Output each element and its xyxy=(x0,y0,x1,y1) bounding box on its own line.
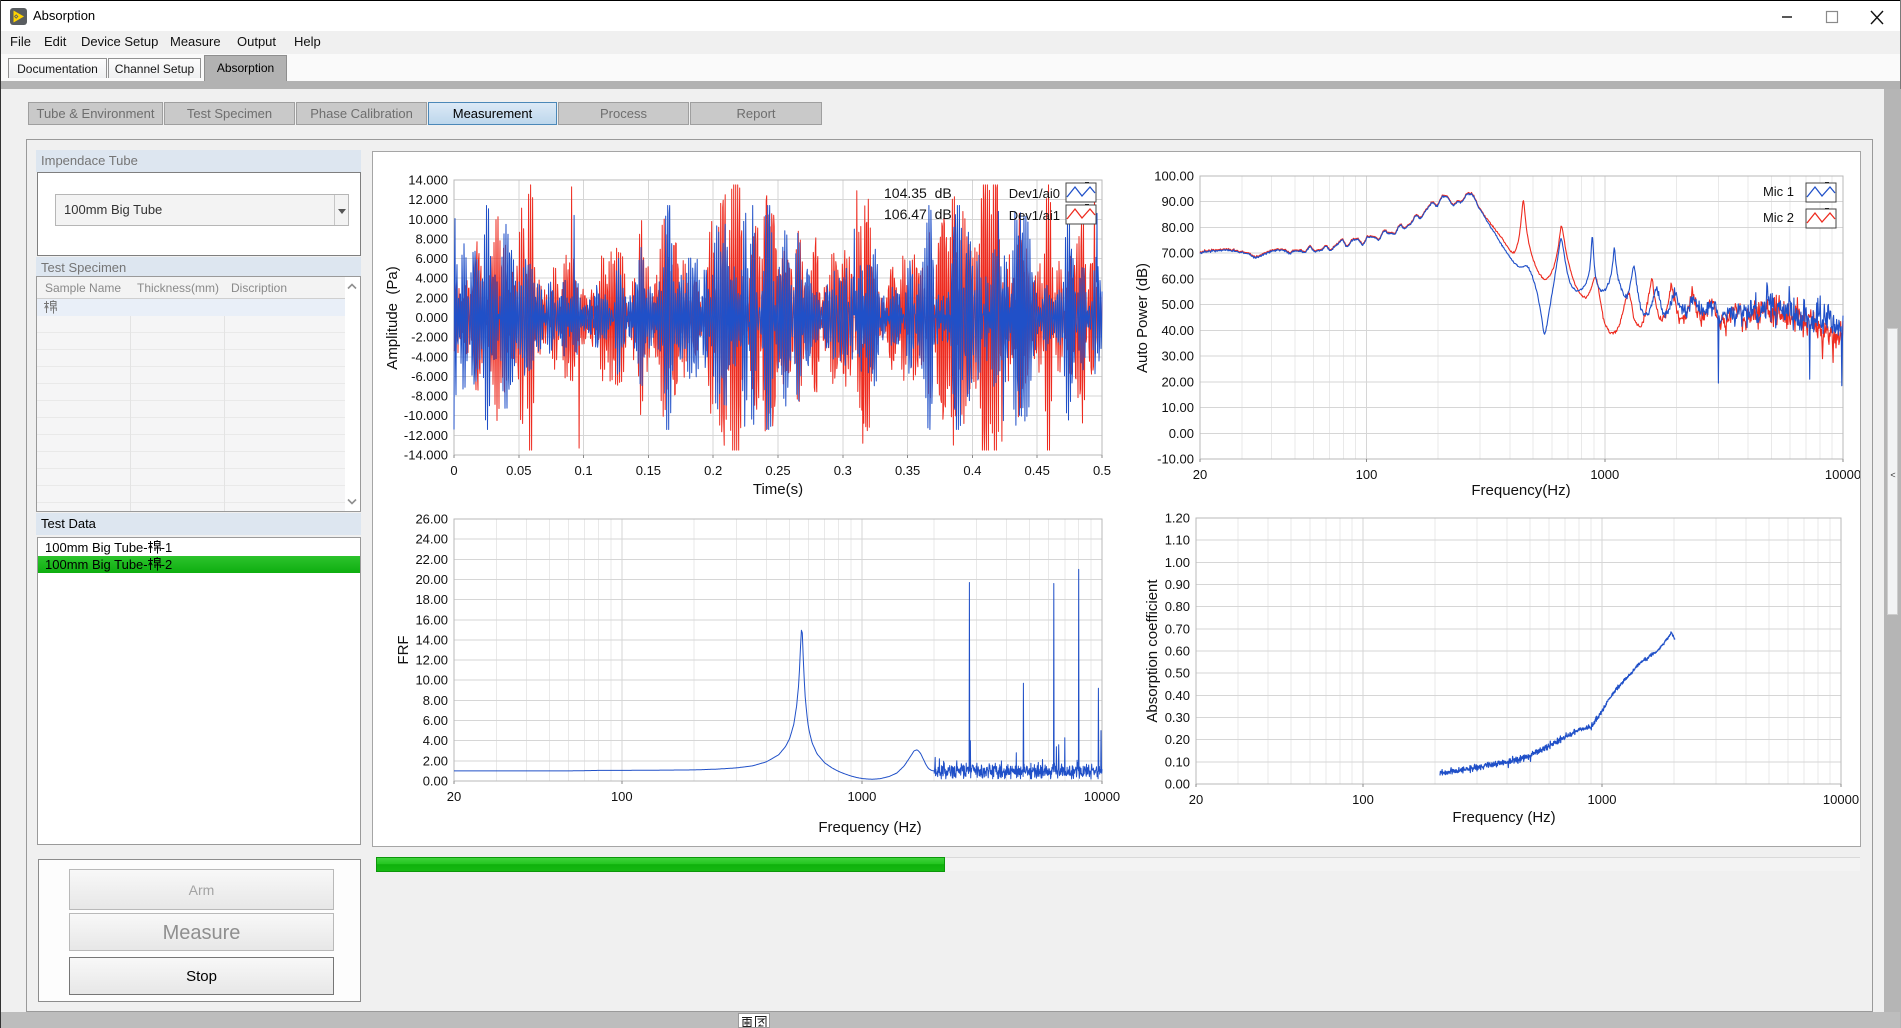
svg-text:100.00: 100.00 xyxy=(1154,169,1194,184)
svg-text:-4.000: -4.000 xyxy=(411,349,448,364)
svg-text:1000: 1000 xyxy=(1588,792,1617,807)
svg-text:0.35: 0.35 xyxy=(895,463,920,478)
svg-text:12.00: 12.00 xyxy=(415,653,448,668)
svg-text:0.4: 0.4 xyxy=(963,463,981,478)
svg-text:8.000: 8.000 xyxy=(415,231,448,246)
svg-text:-10.00: -10.00 xyxy=(1157,452,1194,467)
svg-text:0.20: 0.20 xyxy=(1165,732,1190,747)
svg-text:60.00: 60.00 xyxy=(1161,271,1194,286)
svg-text:Auto Power (dB): Auto Power (dB) xyxy=(1134,263,1151,373)
svg-text:104.35 dB: 104.35 dB xyxy=(884,185,952,201)
svg-text:0.25: 0.25 xyxy=(765,463,790,478)
svg-text:0.40: 0.40 xyxy=(1165,688,1190,703)
svg-text:14.00: 14.00 xyxy=(415,632,448,647)
svg-text:6.00: 6.00 xyxy=(423,713,448,728)
svg-text:0.45: 0.45 xyxy=(1025,463,1050,478)
svg-text:Frequency (Hz): Frequency (Hz) xyxy=(818,819,921,836)
svg-text:24.00: 24.00 xyxy=(415,532,448,547)
svg-text:18.00: 18.00 xyxy=(415,592,448,607)
svg-text:14.000: 14.000 xyxy=(408,173,448,188)
svg-text:0.00: 0.00 xyxy=(423,774,448,789)
svg-text:1.10: 1.10 xyxy=(1165,533,1190,548)
svg-text:22.00: 22.00 xyxy=(415,552,448,567)
svg-text:0.00: 0.00 xyxy=(1169,426,1194,441)
svg-text:1000: 1000 xyxy=(847,789,876,804)
svg-text:50.00: 50.00 xyxy=(1161,297,1194,312)
svg-text:0.70: 0.70 xyxy=(1165,621,1190,636)
svg-text:Frequency(Hz): Frequency(Hz) xyxy=(1471,482,1570,499)
svg-text:-6.000: -6.000 xyxy=(411,369,448,384)
svg-text:10.00: 10.00 xyxy=(1161,400,1194,415)
svg-text:100: 100 xyxy=(1352,792,1374,807)
svg-text:6.000: 6.000 xyxy=(415,251,448,266)
svg-text:20: 20 xyxy=(1189,792,1203,807)
svg-text:8.00: 8.00 xyxy=(423,693,448,708)
svg-text:-10.000: -10.000 xyxy=(404,408,448,423)
svg-text:Time(s): Time(s) xyxy=(753,481,803,498)
svg-text:90.00: 90.00 xyxy=(1161,194,1194,209)
svg-text:2.000: 2.000 xyxy=(415,290,448,305)
svg-text:20: 20 xyxy=(1193,467,1207,482)
svg-text:0.50: 0.50 xyxy=(1165,666,1190,681)
svg-text:26.00: 26.00 xyxy=(415,512,448,527)
svg-text:FRF: FRF xyxy=(395,635,412,664)
svg-text:20.00: 20.00 xyxy=(1161,374,1194,389)
svg-text:-2.000: -2.000 xyxy=(411,330,448,345)
svg-text:0.90: 0.90 xyxy=(1165,577,1190,592)
svg-text:Amplitude (Pa): Amplitude (Pa) xyxy=(384,266,401,369)
svg-text:10000: 10000 xyxy=(1823,792,1859,807)
svg-text:12.000: 12.000 xyxy=(408,192,448,207)
svg-text:-8.000: -8.000 xyxy=(411,389,448,404)
svg-text:0.05: 0.05 xyxy=(506,463,531,478)
svg-text:100: 100 xyxy=(611,789,633,804)
svg-text:0.80: 0.80 xyxy=(1165,599,1190,614)
svg-text:1.00: 1.00 xyxy=(1165,555,1190,570)
svg-text:80.00: 80.00 xyxy=(1161,220,1194,235)
svg-text:16.00: 16.00 xyxy=(415,612,448,627)
svg-text:0.3: 0.3 xyxy=(834,463,852,478)
svg-text:0: 0 xyxy=(450,463,457,478)
svg-text:-14.000: -14.000 xyxy=(404,448,448,463)
svg-text:1000: 1000 xyxy=(1590,467,1619,482)
svg-text:20.00: 20.00 xyxy=(415,572,448,587)
svg-text:Dev1/ai0: Dev1/ai0 xyxy=(1009,186,1060,201)
svg-text:4.00: 4.00 xyxy=(423,733,448,748)
svg-text:10000: 10000 xyxy=(1825,467,1860,482)
svg-text:0.10: 0.10 xyxy=(1165,754,1190,769)
svg-text:106.47 dB: 106.47 dB xyxy=(884,206,952,222)
svg-text:10.000: 10.000 xyxy=(408,212,448,227)
svg-text:0.1: 0.1 xyxy=(575,463,593,478)
svg-text:40.00: 40.00 xyxy=(1161,323,1194,338)
svg-text:10000: 10000 xyxy=(1084,789,1120,804)
svg-text:Absorption coefficient: Absorption coefficient xyxy=(1144,579,1161,723)
svg-text:2.00: 2.00 xyxy=(423,753,448,768)
svg-text:70.00: 70.00 xyxy=(1161,246,1194,261)
svg-text:30.00: 30.00 xyxy=(1161,349,1194,364)
svg-text:Dev1/ai1: Dev1/ai1 xyxy=(1009,208,1060,223)
svg-text:0.5: 0.5 xyxy=(1093,463,1111,478)
svg-text:0.15: 0.15 xyxy=(636,463,661,478)
svg-text:0.60: 0.60 xyxy=(1165,644,1190,659)
svg-text:0.000: 0.000 xyxy=(415,310,448,325)
svg-text:-12.000: -12.000 xyxy=(404,428,448,443)
svg-text:0.2: 0.2 xyxy=(704,463,722,478)
svg-text:Frequency (Hz): Frequency (Hz) xyxy=(1452,809,1555,826)
svg-text:100: 100 xyxy=(1356,467,1378,482)
svg-text:1.20: 1.20 xyxy=(1165,511,1190,526)
svg-text:10.00: 10.00 xyxy=(415,673,448,688)
svg-text:4.000: 4.000 xyxy=(415,271,448,286)
svg-text:Mic 1: Mic 1 xyxy=(1763,184,1794,199)
svg-text:0.30: 0.30 xyxy=(1165,710,1190,725)
svg-text:20: 20 xyxy=(447,789,461,804)
svg-text:0.00: 0.00 xyxy=(1165,777,1190,792)
svg-text:Mic 2: Mic 2 xyxy=(1763,210,1794,225)
